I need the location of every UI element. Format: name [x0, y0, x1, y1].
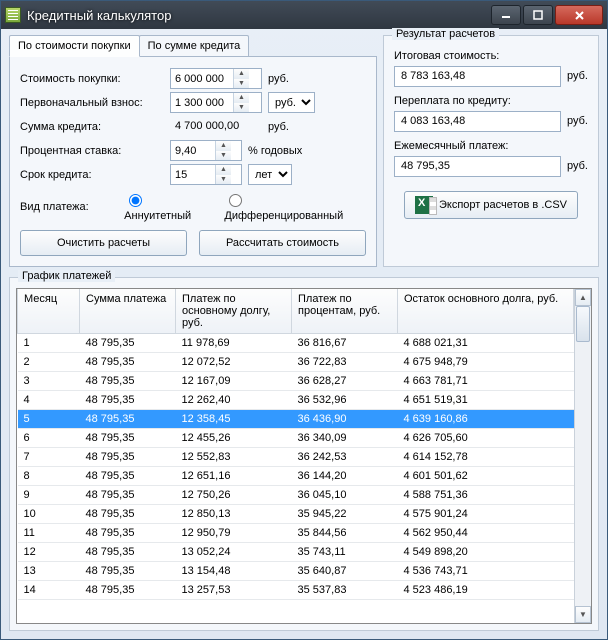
- unit-rub: руб.: [567, 160, 588, 172]
- credit-sum-value: 4 700 000,00: [170, 116, 262, 137]
- col-balance[interactable]: Остаток основного долга, руб.: [398, 289, 574, 334]
- table-row[interactable]: 1148 795,3512 950,7935 844,564 562 950,4…: [18, 524, 574, 543]
- table-row[interactable]: 648 795,3512 455,2636 340,094 626 705,60: [18, 429, 574, 448]
- table-row[interactable]: 548 795,3512 358,4536 436,904 639 160,86: [18, 410, 574, 429]
- table-row[interactable]: 1448 795,3513 257,5335 537,834 523 486,1…: [18, 581, 574, 600]
- schedule-group: График платежей Месяц Сумма платежа Плат…: [9, 277, 599, 631]
- window-title: Кредитный калькулятор: [27, 8, 489, 23]
- spin-down-icon[interactable]: ▼: [234, 79, 249, 89]
- close-button[interactable]: [555, 5, 603, 25]
- total-cost-label: Итоговая стоимость:: [394, 50, 588, 62]
- credit-sum-unit: руб.: [268, 121, 289, 133]
- app-window: Кредитный калькулятор По стоимости покуп…: [0, 0, 608, 640]
- calculate-button[interactable]: Рассчитать стоимость: [199, 230, 366, 256]
- schedule-group-label: График платежей: [18, 270, 115, 282]
- table-row[interactable]: 848 795,3512 651,1636 144,204 601 501,62: [18, 467, 574, 486]
- table-row[interactable]: 748 795,3512 552,8336 242,534 614 152,78: [18, 448, 574, 467]
- export-csv-button[interactable]: Экспорт расчетов в .CSV: [404, 191, 578, 219]
- payments-table: Месяц Сумма платежа Платеж по основному …: [17, 289, 574, 600]
- spin-down-icon[interactable]: ▼: [216, 175, 231, 185]
- monthly-label: Ежемесячный платеж:: [394, 140, 588, 152]
- col-total[interactable]: Сумма платежа: [80, 289, 176, 334]
- radio-annuity[interactable]: Аннуитетный: [124, 191, 214, 222]
- table-row[interactable]: 448 795,3512 262,4036 532,964 651 519,31: [18, 391, 574, 410]
- overpayment-value: 4 083 163,48: [394, 111, 561, 132]
- monthly-value: 48 795,35: [394, 156, 561, 177]
- table-row[interactable]: 1048 795,3512 850,1335 945,224 575 901,2…: [18, 505, 574, 524]
- col-principal[interactable]: Платеж по основному долгу, руб.: [176, 289, 292, 334]
- spin-up-icon[interactable]: ▲: [234, 69, 249, 79]
- minimize-button[interactable]: [491, 5, 521, 25]
- spin-down-icon[interactable]: ▼: [216, 151, 231, 161]
- col-month[interactable]: Месяц: [18, 289, 80, 334]
- vertical-scrollbar[interactable]: ▲ ▼: [574, 289, 591, 623]
- unit-rub: руб.: [567, 70, 588, 82]
- table-row[interactable]: 348 795,3512 167,0936 628,274 663 781,71: [18, 372, 574, 391]
- term-unit-select[interactable]: лет: [248, 164, 292, 185]
- unit-rub: руб.: [567, 115, 588, 127]
- clear-button[interactable]: Очистить расчеты: [20, 230, 187, 256]
- table-row[interactable]: 248 795,3512 072,5236 722,834 675 948,79: [18, 353, 574, 372]
- scroll-thumb[interactable]: [576, 306, 590, 342]
- rate-label: Процентная ставка:: [20, 145, 170, 157]
- total-cost-value: 8 783 163,48: [394, 66, 561, 87]
- credit-sum-label: Сумма кредита:: [20, 121, 170, 133]
- overpayment-label: Переплата по кредиту:: [394, 95, 588, 107]
- price-unit: руб.: [268, 73, 289, 85]
- radio-differentiated[interactable]: Дифференцированный: [224, 191, 366, 222]
- results-group-label: Результат расчетов: [392, 28, 499, 40]
- price-label: Стоимость покупки:: [20, 73, 170, 85]
- table-row[interactable]: 948 795,3512 750,2636 045,104 588 751,36: [18, 486, 574, 505]
- term-label: Срок кредита:: [20, 169, 170, 181]
- col-interest[interactable]: Платеж по процентам, руб.: [292, 289, 398, 334]
- app-icon: [5, 7, 21, 23]
- rate-unit: % годовых: [248, 145, 302, 157]
- term-input[interactable]: ▲▼: [170, 164, 242, 185]
- excel-icon: [415, 196, 433, 214]
- scroll-down-icon[interactable]: ▼: [575, 606, 591, 623]
- rate-input[interactable]: ▲▼: [170, 140, 242, 161]
- spin-up-icon[interactable]: ▲: [234, 93, 249, 103]
- results-group: Результат расчетов Итоговая стоимость: 8…: [383, 35, 599, 267]
- table-row[interactable]: 148 795,3511 978,6936 816,674 688 021,31: [18, 334, 574, 353]
- table-row[interactable]: 1248 795,3513 052,2435 743,114 549 898,2…: [18, 543, 574, 562]
- tab-by-sum[interactable]: По сумме кредита: [139, 35, 250, 56]
- downpayment-unit-select[interactable]: руб.: [268, 92, 315, 113]
- price-input[interactable]: ▲▼: [170, 68, 262, 89]
- maximize-button[interactable]: [523, 5, 553, 25]
- spin-down-icon[interactable]: ▼: [234, 103, 249, 113]
- table-row[interactable]: 1348 795,3513 154,4835 640,874 536 743,7…: [18, 562, 574, 581]
- tab-panel: Стоимость покупки: ▲▼ руб. Первоначальны…: [9, 56, 377, 267]
- titlebar: Кредитный калькулятор: [1, 1, 607, 29]
- spin-up-icon[interactable]: ▲: [216, 141, 231, 151]
- payment-type-label: Вид платежа:: [20, 201, 114, 213]
- downpayment-input[interactable]: ▲▼: [170, 92, 262, 113]
- tab-by-price[interactable]: По стоимости покупки: [9, 35, 140, 57]
- downpayment-label: Первоначальный взнос:: [20, 97, 170, 109]
- spin-up-icon[interactable]: ▲: [216, 165, 231, 175]
- scroll-up-icon[interactable]: ▲: [575, 289, 591, 306]
